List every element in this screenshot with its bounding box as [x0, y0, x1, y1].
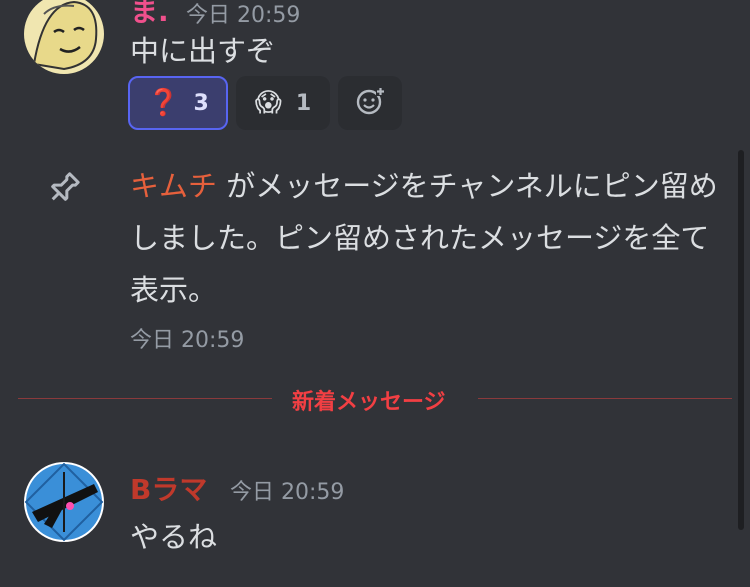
reaction-scream[interactable]: 😱 1 [236, 76, 330, 130]
new-messages-divider-left [18, 398, 272, 399]
chat-view: ま. 今日 20:59 中に出すぞ ❓ 3 😱 1 キムチ がメッセージをチャン… [0, 0, 750, 587]
message-content: 中に出すぞ [130, 34, 276, 68]
system-message-user[interactable]: キムチ [130, 169, 217, 203]
username[interactable]: Bラマ [130, 468, 207, 508]
new-messages-divider-right [478, 398, 732, 399]
avatar[interactable] [24, 462, 104, 542]
system-message: キムチ がメッセージをチャンネルにピン留めしました。ピン留めされたメッセージを全… [130, 160, 720, 316]
add-reaction-icon [355, 86, 385, 120]
username[interactable]: ま. [130, 0, 169, 30]
reaction-count: 1 [295, 90, 312, 116]
system-message-timestamp: 今日 20:59 [130, 328, 245, 353]
pin-icon [44, 168, 84, 208]
reaction-question[interactable]: ❓ 3 [128, 76, 228, 130]
message-timestamp: 今日 20:59 [186, 3, 301, 28]
message-timestamp: 今日 20:59 [230, 480, 345, 505]
avatar[interactable] [24, 0, 104, 74]
reaction-count: 3 [193, 90, 209, 116]
message-content: やるね [130, 520, 218, 554]
add-reaction-button[interactable] [338, 76, 402, 130]
scrollbar[interactable] [738, 150, 744, 530]
new-messages-divider-label: 新着メッセージ [292, 390, 446, 415]
scream-emoji: 😱 [254, 88, 282, 118]
question-mark-emoji: ❓ [147, 88, 180, 118]
